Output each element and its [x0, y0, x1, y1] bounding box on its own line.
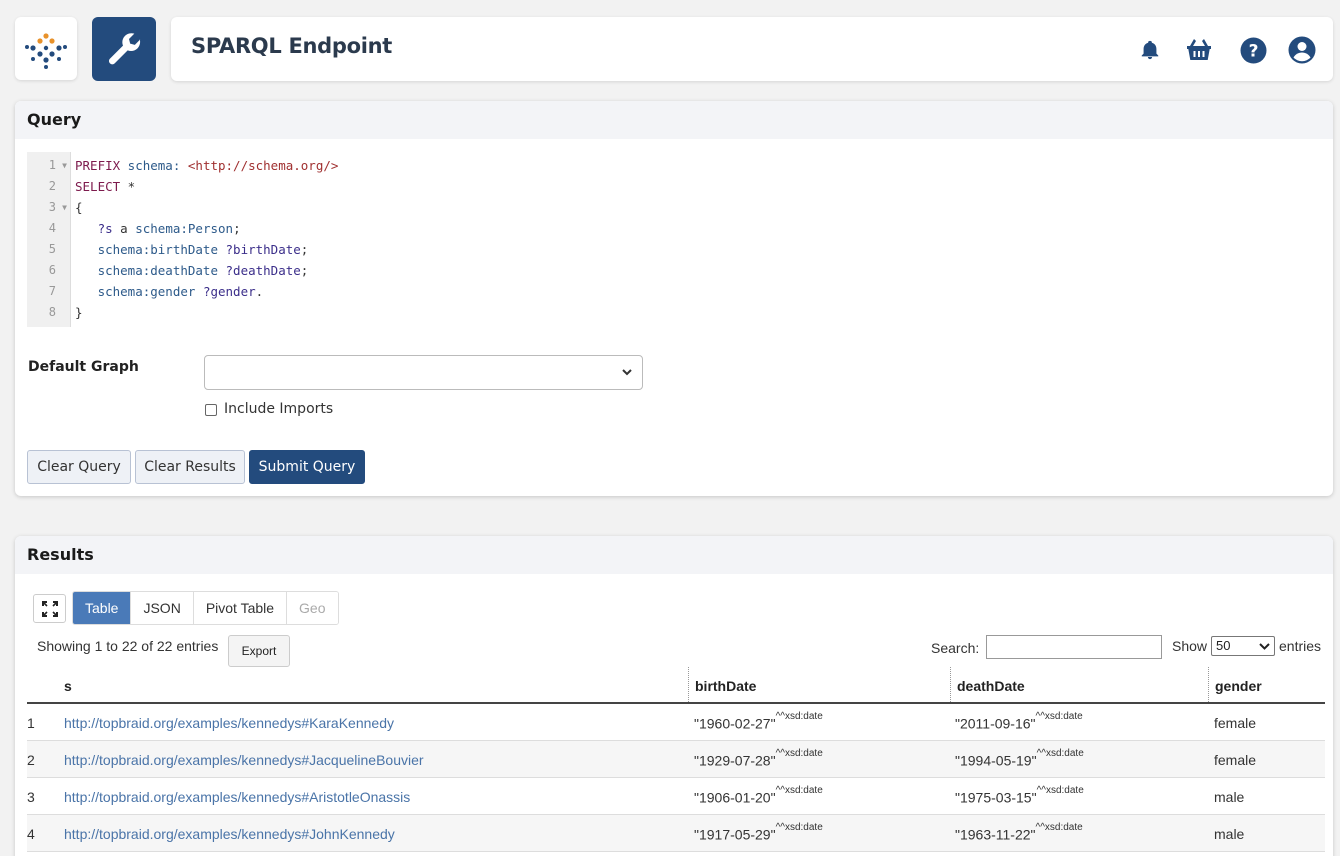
- page-title: SPARQL Endpoint: [191, 34, 393, 58]
- deathdate-cell: "1994-05-19"^^xsd:date: [955, 748, 1084, 769]
- line-number: 5: [48, 242, 56, 256]
- fold-arrow-icon[interactable]: ▼: [62, 161, 67, 170]
- page-size-value: 50: [1216, 638, 1231, 653]
- export-button[interactable]: Export: [228, 635, 290, 667]
- tab-pivot-table[interactable]: Pivot Table: [193, 592, 288, 624]
- question-circle-icon: ?: [1240, 37, 1266, 63]
- code-line: }: [75, 305, 83, 320]
- deathdate-cell: "2011-09-16"^^xsd:date: [955, 711, 1083, 732]
- subject-link[interactable]: http://topbraid.org/examples/kennedys#Ja…: [64, 752, 424, 768]
- birthdate-cell: "1917-05-29"^^xsd:date: [694, 822, 823, 843]
- bell-icon: [1141, 40, 1159, 60]
- tab-table[interactable]: Table: [73, 592, 132, 624]
- table-row: 1 http://topbraid.org/examples/kennedys#…: [27, 704, 1325, 741]
- basket-button[interactable]: [1185, 36, 1213, 64]
- tab-json[interactable]: JSON: [131, 592, 194, 624]
- birthdate-cell: "1906-01-20"^^xsd:date: [694, 785, 823, 806]
- fullscreen-button[interactable]: [33, 594, 66, 623]
- code-line: schema:deathDate ?deathDate;: [75, 263, 309, 278]
- gender-cell: female: [1214, 752, 1257, 768]
- search-label: Search:: [931, 640, 980, 656]
- app-logo[interactable]: [15, 17, 77, 80]
- column-header-birthdate[interactable]: birthDate: [688, 667, 950, 704]
- code-line: SELECT *: [75, 179, 136, 194]
- search-input[interactable]: [986, 635, 1162, 659]
- table-row: 2 http://topbraid.org/examples/kennedys#…: [27, 741, 1325, 778]
- results-view-tabs: Table JSON Pivot Table Geo: [72, 591, 339, 625]
- query-panel: Query 1 ▼ 2 3 ▼ 4 5 6 7 8 PREFIX schema:…: [15, 101, 1333, 496]
- row-index: 3: [27, 789, 35, 805]
- line-number: 7: [48, 284, 56, 298]
- chevron-down-icon: [622, 369, 632, 376]
- tools-button[interactable]: [92, 17, 156, 81]
- show-label: Show: [1172, 638, 1208, 654]
- row-index: 4: [27, 826, 35, 842]
- line-gutter: 1 ▼ 2 3 ▼ 4 5 6 7 8: [27, 152, 71, 327]
- code-line: {: [75, 200, 83, 215]
- expand-icon: [41, 600, 58, 617]
- entries-info: Showing 1 to 22 of 22 entries: [37, 638, 219, 654]
- gender-cell: female: [1214, 715, 1257, 731]
- line-number: 4: [48, 221, 56, 235]
- code-line: ?s a schema:Person;: [75, 221, 241, 236]
- subject-link[interactable]: http://topbraid.org/examples/kennedys#Ar…: [64, 789, 410, 805]
- subject-link[interactable]: http://topbraid.org/examples/kennedys#Ka…: [64, 715, 394, 731]
- code-line: PREFIX schema: <http://schema.org/>: [75, 158, 339, 173]
- row-index: 2: [27, 752, 35, 768]
- include-imports-label: Include Imports: [224, 401, 334, 417]
- gender-cell: male: [1214, 789, 1245, 805]
- svg-text:?: ?: [1248, 41, 1258, 61]
- deathdate-cell: "1975-03-15"^^xsd:date: [955, 785, 1084, 806]
- column-header-s[interactable]: s: [64, 667, 72, 704]
- line-number: 3: [48, 200, 56, 214]
- tab-geo: Geo: [287, 592, 338, 624]
- wrench-icon: [109, 33, 141, 65]
- chevron-down-icon: [1259, 643, 1270, 650]
- notifications-button[interactable]: [1136, 36, 1164, 64]
- entries-label: entries: [1279, 638, 1322, 654]
- default-graph-label: Default Graph: [28, 359, 139, 375]
- line-number: 6: [48, 263, 56, 277]
- table-row: 4 http://topbraid.org/examples/kennedys#…: [27, 815, 1325, 852]
- include-imports-checkbox[interactable]: [205, 404, 217, 416]
- query-panel-title: Query: [15, 101, 1333, 139]
- help-button[interactable]: ?: [1239, 36, 1267, 64]
- clear-query-button[interactable]: Clear Query: [27, 450, 131, 484]
- fold-arrow-icon[interactable]: ▼: [62, 203, 67, 212]
- user-circle-icon: [1288, 36, 1316, 64]
- results-panel: Results Table JSON Pivot Table Geo Showi…: [15, 536, 1333, 856]
- deathdate-cell: "1963-11-22"^^xsd:date: [955, 822, 1083, 843]
- topbraid-logo-icon: [25, 33, 67, 69]
- sparql-editor[interactable]: 1 ▼ 2 3 ▼ 4 5 6 7 8 PREFIX schema: <http…: [27, 152, 1317, 327]
- basket-icon: [1187, 39, 1211, 60]
- subject-link[interactable]: http://topbraid.org/examples/kennedys#Jo…: [64, 826, 395, 842]
- line-number: 8: [48, 305, 56, 319]
- column-header-deathdate[interactable]: deathDate: [950, 667, 1208, 704]
- code-line: schema:gender ?gender.: [75, 284, 264, 299]
- clear-results-button[interactable]: Clear Results: [135, 450, 245, 484]
- user-account-button[interactable]: [1288, 36, 1316, 64]
- submit-query-button[interactable]: Submit Query: [249, 450, 365, 484]
- header-bar: SPARQL Endpoint ?: [171, 17, 1333, 81]
- line-number: 2: [48, 179, 56, 193]
- gender-cell: male: [1214, 826, 1245, 842]
- table-row: 3 http://topbraid.org/examples/kennedys#…: [27, 778, 1325, 815]
- results-panel-title: Results: [15, 536, 1333, 574]
- default-graph-select[interactable]: [204, 355, 643, 390]
- line-number: 1: [48, 158, 56, 172]
- page-size-select[interactable]: 50: [1211, 636, 1275, 656]
- row-index: 1: [27, 715, 35, 731]
- column-header-gender[interactable]: gender: [1208, 667, 1318, 704]
- code-line: schema:birthDate ?birthDate;: [75, 242, 309, 257]
- birthdate-cell: "1960-02-27"^^xsd:date: [694, 711, 823, 732]
- birthdate-cell: "1929-07-28"^^xsd:date: [694, 748, 823, 769]
